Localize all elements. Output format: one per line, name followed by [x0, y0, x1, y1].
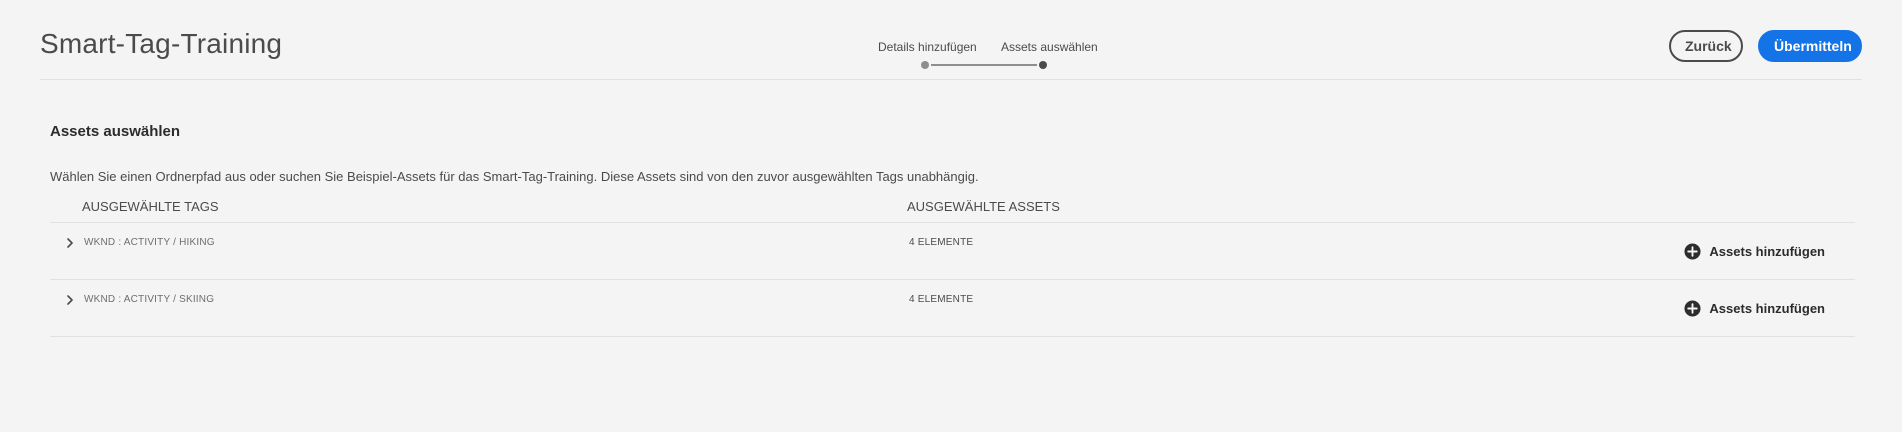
section-title: Assets auswählen: [50, 123, 181, 140]
step-details-label: Details hinzufügen: [878, 40, 977, 54]
step-connector-line: [931, 64, 1037, 66]
back-button[interactable]: Zurück: [1669, 30, 1743, 62]
step-assets-label: Assets auswählen: [1001, 40, 1098, 54]
add-assets-button[interactable]: Assets hinzufügen: [1684, 243, 1825, 260]
chevron-right-icon[interactable]: [64, 237, 76, 249]
wizard-stepper: Details hinzufügen Assets auswählen: [838, 38, 1098, 72]
submit-button[interactable]: Übermitteln: [1758, 30, 1862, 62]
add-circle-icon: [1684, 243, 1701, 260]
add-assets-button[interactable]: Assets hinzufügen: [1684, 300, 1825, 317]
step-details-dot[interactable]: [921, 61, 929, 69]
table-row: WKND : ACTIVITY / HIKING 4 ELEMENTE Asse…: [50, 223, 1855, 280]
add-assets-label: Assets hinzufügen: [1709, 301, 1825, 316]
add-assets-label: Assets hinzufügen: [1709, 244, 1825, 259]
tags-assets-table: AUSGEWÄHLTE TAGS AUSGEWÄHLTE ASSETS WKND…: [50, 196, 1855, 337]
tag-path: WKND : ACTIVITY / HIKING: [84, 237, 215, 248]
page-title: Smart-Tag-Training: [40, 28, 283, 59]
column-header-assets: AUSGEWÄHLTE ASSETS: [907, 199, 1060, 214]
asset-count: 4 ELEMENTE: [909, 237, 974, 248]
table-header: AUSGEWÄHLTE TAGS AUSGEWÄHLTE ASSETS: [50, 196, 1855, 223]
header: Smart-Tag-Training Details hinzufügen As…: [40, 0, 1862, 80]
chevron-right-icon[interactable]: [64, 294, 76, 306]
add-circle-icon: [1684, 300, 1701, 317]
step-assets-dot: [1039, 61, 1047, 69]
column-header-tags: AUSGEWÄHLTE TAGS: [82, 199, 219, 214]
tag-path: WKND : ACTIVITY / SKIING: [84, 294, 215, 305]
main-content: Assets auswählen Wählen Sie einen Ordner…: [50, 80, 1862, 337]
section-description: Wählen Sie einen Ordnerpfad aus oder suc…: [50, 169, 979, 184]
asset-count: 4 ELEMENTE: [909, 294, 974, 305]
table-row: WKND : ACTIVITY / SKIING 4 ELEMENTE Asse…: [50, 280, 1855, 337]
